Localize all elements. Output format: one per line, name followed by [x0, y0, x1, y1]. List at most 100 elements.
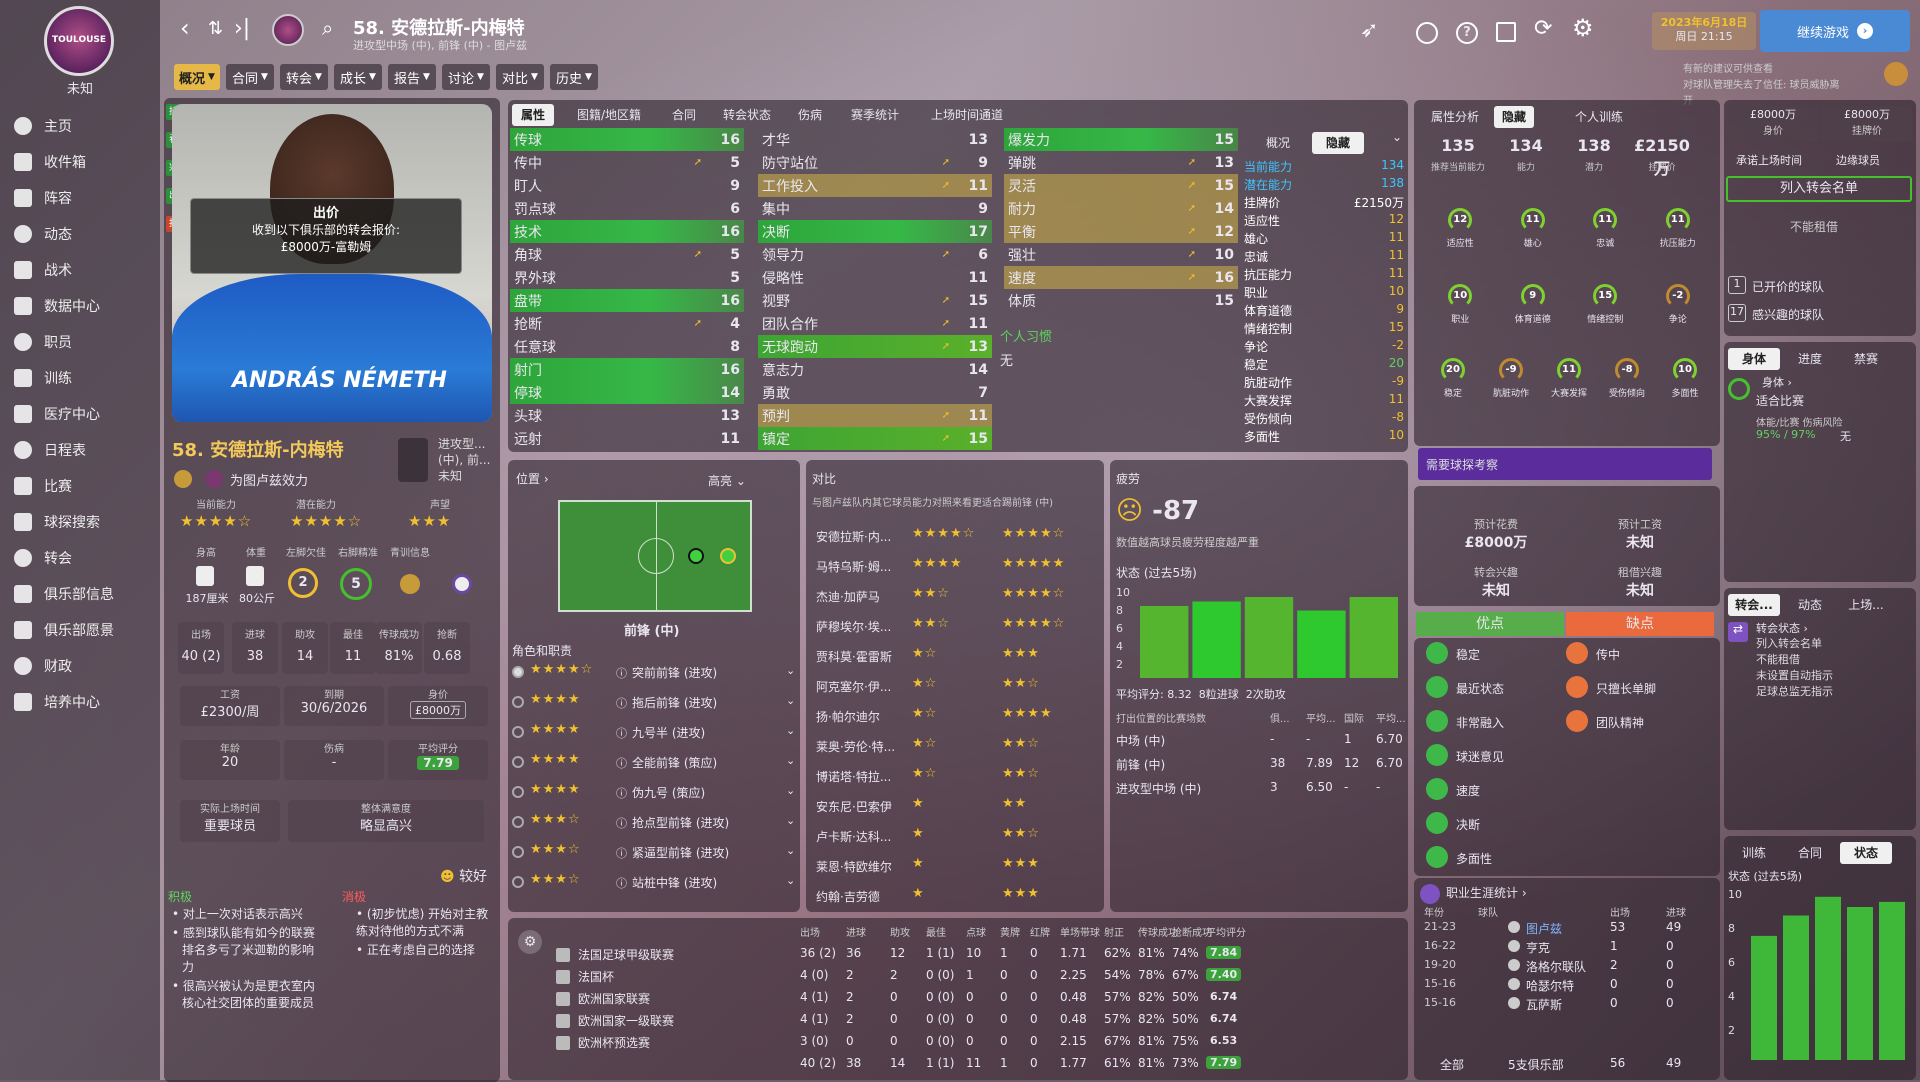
- habits-label[interactable]: 个人习惯: [1000, 326, 1052, 345]
- analysis-tab[interactable]: 隐藏: [1494, 106, 1534, 128]
- role-name[interactable]: 抢点型前锋 (进攻): [632, 814, 729, 831]
- attribute-row[interactable]: 盘带 16: [510, 289, 744, 312]
- attribute-row[interactable]: 传球 16: [510, 128, 744, 151]
- chevron-down-icon[interactable]: ⌄: [786, 664, 795, 677]
- attribute-gauge[interactable]: 20: [1441, 358, 1465, 382]
- attribute-row[interactable]: 速度 ➚ 16: [1004, 266, 1238, 289]
- pro-item[interactable]: 稳定: [1456, 646, 1480, 663]
- competition-name[interactable]: 法国足球甲级联赛: [578, 946, 674, 963]
- attribute-row[interactable]: 射门 16: [510, 358, 744, 381]
- attribute-row[interactable]: 角球 ➚ 5: [510, 243, 744, 266]
- attribute-tab[interactable]: 图籍/地区籍: [564, 104, 654, 126]
- pro-item[interactable]: 非常融入: [1456, 714, 1504, 731]
- attribute-gauge[interactable]: 9: [1520, 284, 1545, 308]
- settings-gear-icon[interactable]: ⚙: [1572, 14, 1594, 42]
- chevron-down-icon[interactable]: ⌄: [786, 814, 795, 827]
- panel-tab[interactable]: 状态: [1840, 842, 1892, 864]
- overview-tab[interactable]: 隐藏: [1312, 132, 1364, 154]
- attribute-row[interactable]: 爆发力 15: [1004, 128, 1238, 151]
- right-form-bar[interactable]: [1783, 915, 1809, 1061]
- info-icon[interactable]: ⓘ: [616, 815, 627, 831]
- attribute-row[interactable]: 抢断 ➚ 4: [510, 312, 744, 335]
- role-name[interactable]: 突前前锋 (进攻): [632, 664, 717, 681]
- right-form-bar[interactable]: [1879, 901, 1905, 1060]
- role-radio[interactable]: [512, 816, 524, 828]
- attribute-row[interactable]: 界外球 5: [510, 266, 744, 289]
- compare-player-name[interactable]: 萨穆埃尔·埃...: [816, 618, 908, 635]
- sidebar-item[interactable]: 医疗中心: [0, 396, 160, 432]
- role-name[interactable]: 伪九号 (策应): [632, 784, 705, 801]
- panel-tab[interactable]: 训练: [1728, 842, 1780, 864]
- player-tab[interactable]: 合同 ▼: [226, 64, 274, 90]
- attribute-gauge[interactable]: -9: [1499, 358, 1523, 382]
- chevron-down-icon[interactable]: ⌄: [786, 784, 795, 797]
- club-crest[interactable]: TOULOUSE: [44, 6, 114, 76]
- attribute-row[interactable]: 灵活 ➚ 15: [1004, 174, 1238, 197]
- player-tab[interactable]: 转会 ▼: [280, 64, 328, 90]
- role-radio[interactable]: [512, 756, 524, 768]
- stats-settings-icon[interactable]: ⚙: [518, 930, 542, 954]
- sidebar-item[interactable]: 收件箱: [0, 144, 160, 180]
- sidebar-item[interactable]: 培养中心: [0, 684, 160, 720]
- chevron-down-icon[interactable]: ⌄: [786, 724, 795, 737]
- compare-player-name[interactable]: 安东尼·巴索伊: [816, 798, 908, 815]
- compare-player-name[interactable]: 阿克塞尔·伊...: [816, 678, 908, 695]
- sidebar-item[interactable]: 主页: [0, 108, 160, 144]
- body-line-1[interactable]: 身体 ›: [1762, 374, 1792, 390]
- pro-item[interactable]: 决断: [1456, 816, 1480, 833]
- compare-player-name[interactable]: 安德拉斯·内...: [816, 528, 908, 545]
- attribute-gauge[interactable]: 10: [1673, 358, 1697, 382]
- role-radio[interactable]: [512, 786, 524, 798]
- game-date[interactable]: 2023年6月18日 周日 21:15: [1652, 12, 1756, 50]
- attribute-row[interactable]: 体质 15: [1004, 289, 1238, 312]
- analysis-tab[interactable]: 属性分析: [1422, 106, 1488, 128]
- attribute-row[interactable]: 远射 11: [510, 427, 744, 450]
- panel-tab[interactable]: 合同: [1784, 842, 1836, 864]
- analysis-tab[interactable]: 个人训练: [1566, 106, 1632, 128]
- book-icon[interactable]: [1496, 22, 1516, 42]
- career-title[interactable]: 职业生涯统计 ›: [1446, 884, 1527, 901]
- sidebar-item[interactable]: 俱乐部信息: [0, 576, 160, 612]
- attribute-tab[interactable]: 伤病: [790, 104, 830, 126]
- compare-player-name[interactable]: 博诺塔·特拉...: [816, 768, 908, 785]
- attribute-gauge[interactable]: 11: [1665, 208, 1690, 232]
- assistant-avatar[interactable]: [1884, 62, 1908, 86]
- player-tab[interactable]: 成长 ▼: [334, 64, 382, 90]
- scout-bar[interactable]: 需要球探考察: [1418, 448, 1712, 480]
- attribute-row[interactable]: 意志力 14: [758, 358, 992, 381]
- role-name[interactable]: 九号半 (进攻): [632, 724, 705, 741]
- career-club[interactable]: 图卢兹: [1526, 920, 1562, 937]
- attribute-row[interactable]: 防守站位 ➚ 9: [758, 151, 992, 174]
- sidebar-item[interactable]: 转会: [0, 540, 160, 576]
- form-bar[interactable]: [1297, 610, 1346, 679]
- panel-tab[interactable]: 身体: [1728, 348, 1780, 370]
- offer-popup[interactable]: 出价 收到以下俱乐部的转会报价: £8000万-富勒姆: [190, 198, 462, 274]
- career-club[interactable]: 亨克: [1526, 939, 1550, 956]
- attribute-gauge[interactable]: -2: [1665, 284, 1690, 308]
- attribute-tab[interactable]: 赛季统计: [840, 104, 910, 126]
- player-tab[interactable]: 概况 ▼: [174, 64, 220, 90]
- attribute-tab[interactable]: 上场时间通道: [920, 104, 1014, 126]
- role-radio[interactable]: [512, 696, 524, 708]
- con-item[interactable]: 团队精神: [1596, 714, 1644, 731]
- form-bar[interactable]: [1244, 597, 1294, 678]
- right-form-bar[interactable]: [1751, 935, 1777, 1060]
- attribute-row[interactable]: 耐力 ➚ 14: [1004, 197, 1238, 220]
- panel-tab[interactable]: 禁赛: [1840, 348, 1892, 370]
- globe-icon[interactable]: [1416, 22, 1438, 44]
- compare-player-name[interactable]: 卢卡斯·达科...: [816, 828, 908, 845]
- position-title[interactable]: 位置 ›: [516, 470, 549, 487]
- panel-tab[interactable]: 上场...: [1840, 594, 1892, 616]
- attribute-row[interactable]: 头球 13: [510, 404, 744, 427]
- info-icon[interactable]: ⓘ: [616, 695, 627, 711]
- player-tab[interactable]: 历史 ▼: [550, 64, 598, 90]
- pro-item[interactable]: 多面性: [1456, 850, 1492, 867]
- compare-player-name[interactable]: 扬·帕尔迪尔: [816, 708, 908, 725]
- attribute-row[interactable]: 侵略性 11: [758, 266, 992, 289]
- refresh-icon[interactable]: ⟳: [1534, 16, 1552, 41]
- attribute-row[interactable]: 无球跑动 ➚ 13: [758, 335, 992, 358]
- right-form-bar[interactable]: [1815, 896, 1841, 1060]
- attribute-gauge[interactable]: -8: [1615, 358, 1639, 382]
- compare-player-name[interactable]: 杰迪·加萨马: [816, 588, 908, 605]
- career-club[interactable]: 瓦萨斯: [1526, 996, 1562, 1013]
